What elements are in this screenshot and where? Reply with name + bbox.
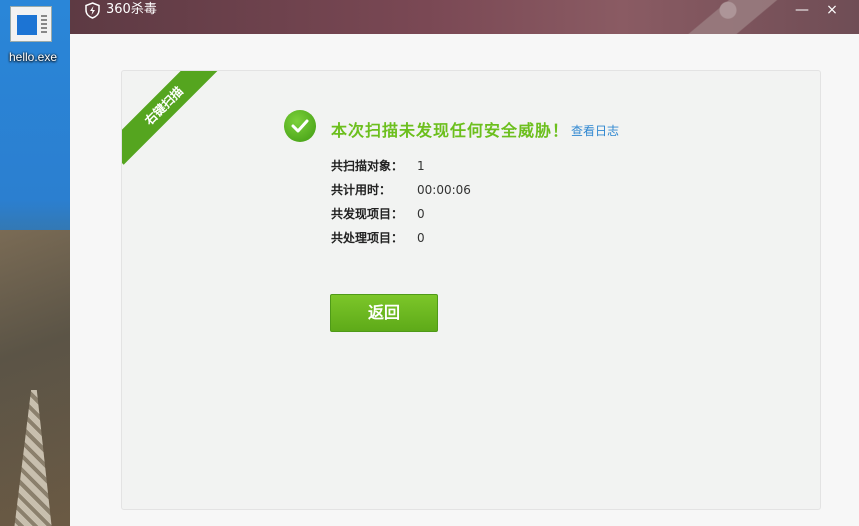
view-log-link[interactable]: 查看日志 bbox=[571, 122, 619, 139]
minimize-button[interactable]: — bbox=[788, 0, 816, 22]
stat-value: 0 bbox=[417, 207, 425, 221]
scan-result-panel: 右键扫描 本次扫描未发现任何安全威胁！ 查看日志 共扫描对象： 1 共计用时： … bbox=[121, 70, 821, 510]
stat-label: 共处理项目： bbox=[331, 231, 404, 245]
desktop-icon-hello-exe[interactable]: hello.exe bbox=[0, 4, 62, 66]
stat-label: 共发现项目： bbox=[331, 207, 404, 221]
title-bar[interactable]: 360杀毒 — × bbox=[70, 0, 859, 34]
stat-row-scanned: 共扫描对象： 1 bbox=[331, 157, 471, 181]
exe-file-icon bbox=[10, 6, 52, 42]
stat-row-found: 共发现项目： 0 bbox=[331, 205, 471, 229]
check-icon bbox=[284, 110, 316, 142]
stat-row-handled: 共处理项目： 0 bbox=[331, 229, 471, 253]
stat-label: 共扫描对象： bbox=[331, 159, 404, 173]
titlebar-decoration bbox=[680, 0, 800, 34]
desktop-background: hello.exe bbox=[0, 0, 70, 526]
close-button[interactable]: × bbox=[818, 0, 846, 22]
stat-row-duration: 共计用时： 00:00:06 bbox=[331, 181, 471, 205]
back-button[interactable]: 返回 bbox=[330, 294, 438, 332]
stat-label: 共计用时： bbox=[331, 183, 392, 197]
desktop-icon-label: hello.exe bbox=[8, 50, 58, 64]
right-click-scan-ribbon: 右键扫描 bbox=[122, 71, 223, 165]
stat-value: 00:00:06 bbox=[417, 183, 471, 197]
close-icon: × bbox=[826, 2, 838, 18]
app-logo-icon bbox=[85, 2, 100, 19]
window-title: 360杀毒 bbox=[106, 2, 157, 17]
stat-value: 0 bbox=[417, 231, 425, 245]
app-window: 360杀毒 — × 右键扫描 本次扫描未发现任何安全威胁！ 查看日志 共扫描对象… bbox=[70, 0, 859, 526]
stat-value: 1 bbox=[417, 159, 425, 173]
minimize-icon: — bbox=[795, 2, 809, 18]
scan-result-headline: 本次扫描未发现任何安全威胁！ bbox=[331, 121, 570, 140]
scan-stats: 共扫描对象： 1 共计用时： 00:00:06 共发现项目： 0 共处理项目： … bbox=[331, 157, 471, 253]
